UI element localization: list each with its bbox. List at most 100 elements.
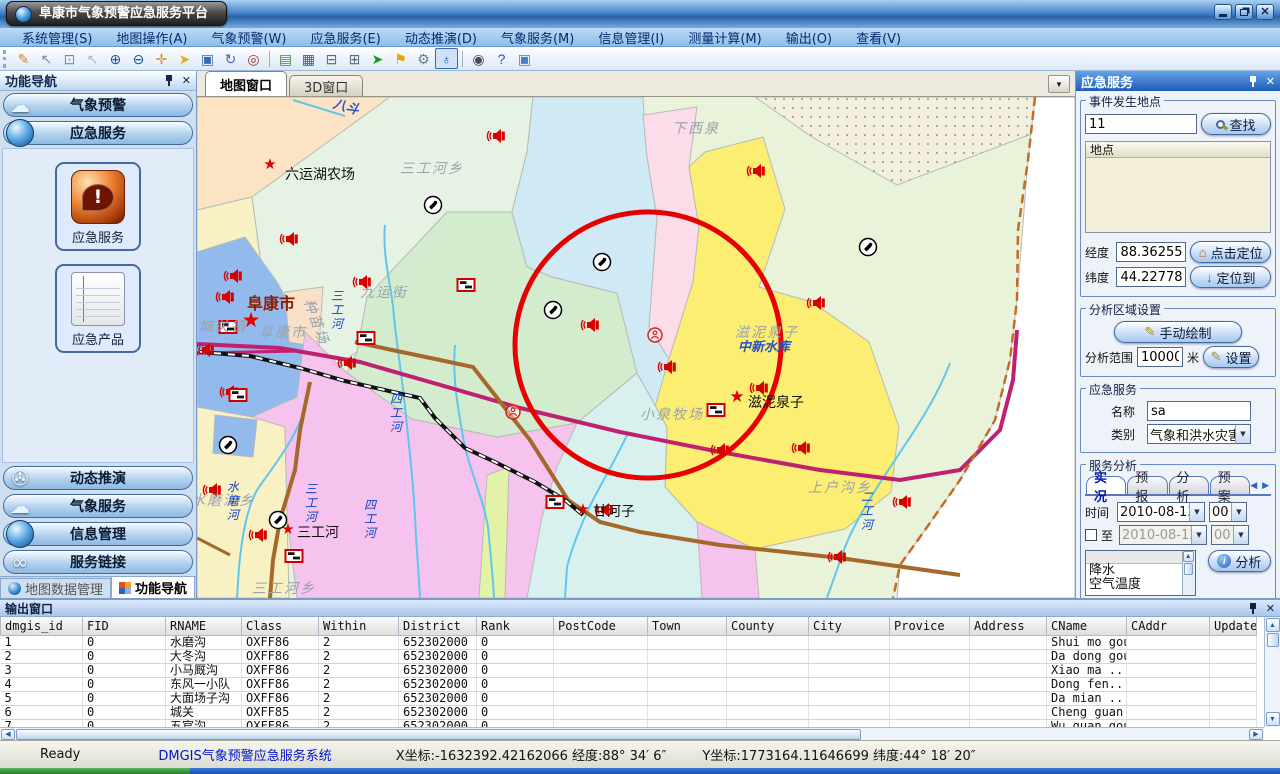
column-header-FID[interactable]: FID — [83, 617, 166, 635]
analyze-button[interactable]: i分析 — [1208, 550, 1271, 572]
close-button[interactable]: ✕ — [1256, 4, 1274, 20]
menu-item[interactable]: 地图操作(A) — [104, 28, 199, 47]
toolbar-green-arrow-button[interactable]: ➤ — [366, 48, 389, 69]
column-header-Town[interactable]: Town — [648, 617, 727, 635]
map-window-dropdown-button[interactable]: ▼ — [1048, 75, 1070, 93]
toolbar-visibility-eye-button[interactable]: ◉ — [467, 48, 490, 69]
scroll-up-button[interactable]: ▲ — [1183, 551, 1194, 562]
toolbar-pan-hand-button[interactable]: ✛ — [150, 48, 173, 69]
star-marker-icon[interactable]: ★ — [281, 520, 294, 538]
close-panel-icon[interactable]: ✕ — [1266, 603, 1275, 614]
flag-marker-icon[interactable] — [286, 550, 303, 562]
menu-item[interactable]: 气象服务(M) — [489, 28, 586, 47]
toolbar-settings-gear-button[interactable]: ⚙ — [412, 48, 435, 69]
poi-badge-icon[interactable] — [506, 405, 520, 419]
column-header-CName[interactable]: CName — [1047, 617, 1127, 635]
menu-item[interactable]: 测量计算(M) — [676, 28, 773, 47]
column-header-dmgis_id[interactable]: dmgis_id — [1, 617, 83, 635]
column-header-Update[interactable]: Update — [1210, 617, 1257, 635]
column-header-Provice[interactable]: Provice — [890, 617, 970, 635]
monitor-station-icon[interactable] — [425, 197, 442, 214]
longitude-input[interactable] — [1116, 242, 1186, 262]
menu-item[interactable]: 系统管理(S) — [10, 28, 104, 47]
scroll-thumb[interactable] — [1184, 563, 1193, 575]
scroll-left-button[interactable]: ◀ — [1, 729, 15, 740]
flag-marker-icon[interactable] — [358, 332, 375, 344]
latitude-input[interactable] — [1116, 267, 1186, 287]
scroll-down-button[interactable]: ▼ — [1266, 712, 1280, 726]
toolbar-identify-button[interactable]: ◎ — [242, 48, 265, 69]
minimize-button[interactable] — [1214, 4, 1232, 20]
flag-marker-icon[interactable] — [458, 279, 475, 291]
shortcut-emergency-product[interactable]: 应急产品 — [55, 264, 141, 353]
set-range-button[interactable]: ✎设置 — [1203, 346, 1259, 368]
toolbar-print-button[interactable]: ⊟ — [320, 48, 343, 69]
toolbar-zoom-in-button[interactable]: ⊕ — [104, 48, 127, 69]
column-header-Class[interactable]: Class — [242, 617, 319, 635]
analysis-range-input[interactable] — [1137, 347, 1183, 367]
table-row[interactable]: 20大冬沟OXFF8626523020000Da dong gou — [1, 649, 1257, 663]
table-vertical-scrollbar[interactable]: ▲ ▼ — [1264, 617, 1280, 727]
column-header-Address[interactable]: Address — [970, 617, 1047, 635]
table-row[interactable]: 50大面场子沟OXFF8626523020000Da mian ... — [1, 691, 1257, 705]
click-locate-button[interactable]: ⌂点击定位 — [1190, 241, 1271, 263]
flag-marker-icon[interactable] — [547, 496, 564, 508]
flag-marker-icon[interactable] — [230, 389, 247, 401]
pin-icon[interactable] — [1248, 603, 1258, 614]
to-hour-dropdown[interactable]: 00▼ — [1211, 525, 1249, 545]
service-tab-预报[interactable]: 预报 — [1127, 476, 1167, 494]
menu-item[interactable]: 输出(O) — [774, 28, 844, 47]
hour-dropdown[interactable]: 00▼ — [1209, 502, 1247, 522]
search-button[interactable]: 查找 — [1201, 113, 1271, 135]
service-tab-实况[interactable]: 实况 — [1086, 476, 1126, 494]
toolbar-select-box-button[interactable]: ⊡ — [58, 48, 81, 69]
star-marker-icon[interactable]: ★ — [576, 500, 589, 518]
service-name-input[interactable] — [1147, 401, 1251, 421]
flag-marker-icon[interactable] — [220, 321, 237, 333]
monitor-station-icon[interactable] — [594, 254, 611, 271]
date-dropdown[interactable]: 2010-08-13▼ — [1117, 502, 1205, 522]
column-header-Rank[interactable]: Rank — [477, 617, 554, 635]
scroll-thumb[interactable] — [1267, 633, 1279, 647]
nav-group-应急服务[interactable]: 应急服务 — [3, 121, 193, 145]
pin-icon[interactable] — [164, 75, 174, 86]
to-date-dropdown[interactable]: 2010-08-13▼ — [1119, 525, 1207, 545]
column-header-County[interactable]: County — [727, 617, 809, 635]
restore-button[interactable] — [1235, 4, 1253, 20]
table-horizontal-scrollbar[interactable]: ◀ ▶ — [0, 727, 1264, 740]
tab-map-data-management[interactable]: 地图数据管理 — [0, 578, 111, 598]
toolbar-clear-select-button[interactable]: ↖ — [81, 48, 104, 69]
monitor-station-icon[interactable] — [860, 239, 877, 256]
scroll-up-button[interactable]: ▲ — [1266, 618, 1280, 632]
star-marker-icon[interactable]: ★ — [242, 308, 261, 332]
column-header-CAddr[interactable]: CAddr — [1127, 617, 1210, 635]
pin-icon[interactable] — [1248, 76, 1258, 87]
nav-group-动态推演[interactable]: ✇动态推演 — [3, 466, 193, 490]
service-tab-分析[interactable]: 分析 — [1169, 476, 1209, 494]
location-result-list[interactable]: 地点 — [1085, 141, 1271, 233]
toolbar-zoom-out-button[interactable]: ⊖ — [127, 48, 150, 69]
toolbar-export-picture-button[interactable]: ▣ — [513, 48, 536, 69]
close-panel-icon[interactable]: ✕ — [1266, 76, 1275, 87]
nav-group-气象服务[interactable]: ☁气象服务 — [3, 494, 193, 518]
column-header-Within[interactable]: Within — [319, 617, 399, 635]
toolbar-help-button[interactable]: ? — [490, 48, 513, 69]
monitor-station-icon[interactable] — [220, 437, 237, 454]
toolbar-select-cursor-button[interactable]: ↖ — [35, 48, 58, 69]
list-item[interactable]: 空气温度 — [1086, 578, 1195, 592]
location-search-input[interactable] — [1085, 114, 1197, 134]
toolbar-image-export-button[interactable]: ▦ — [297, 48, 320, 69]
menu-item[interactable]: 动态推演(D) — [393, 28, 489, 47]
toolbar-pointer-arrow-button[interactable]: ➤ — [173, 48, 196, 69]
list-scrollbar[interactable]: ▲ — [1182, 551, 1195, 595]
menu-item[interactable]: 气象预警(W) — [199, 28, 298, 47]
flag-marker-icon[interactable] — [708, 404, 725, 416]
table-row[interactable]: 70五官沟OXFF8626523020000Wu guan gou — [1, 719, 1257, 727]
nav-group-服务链接[interactable]: ∞服务链接 — [3, 550, 193, 574]
toolbar-full-extent-button[interactable]: ▣ — [196, 48, 219, 69]
service-type-dropdown[interactable]: 气象和洪水灾害 ▼ — [1147, 424, 1251, 444]
star-marker-icon[interactable]: ★ — [729, 387, 744, 407]
list-item[interactable]: 降水 — [1086, 564, 1195, 578]
table-row[interactable]: 10水磨沟OXFF8626523020000Shui mo gou — [1, 635, 1257, 649]
table-row[interactable]: 30小马厩沟OXFF8626523020000Xiao ma ... — [1, 663, 1257, 677]
